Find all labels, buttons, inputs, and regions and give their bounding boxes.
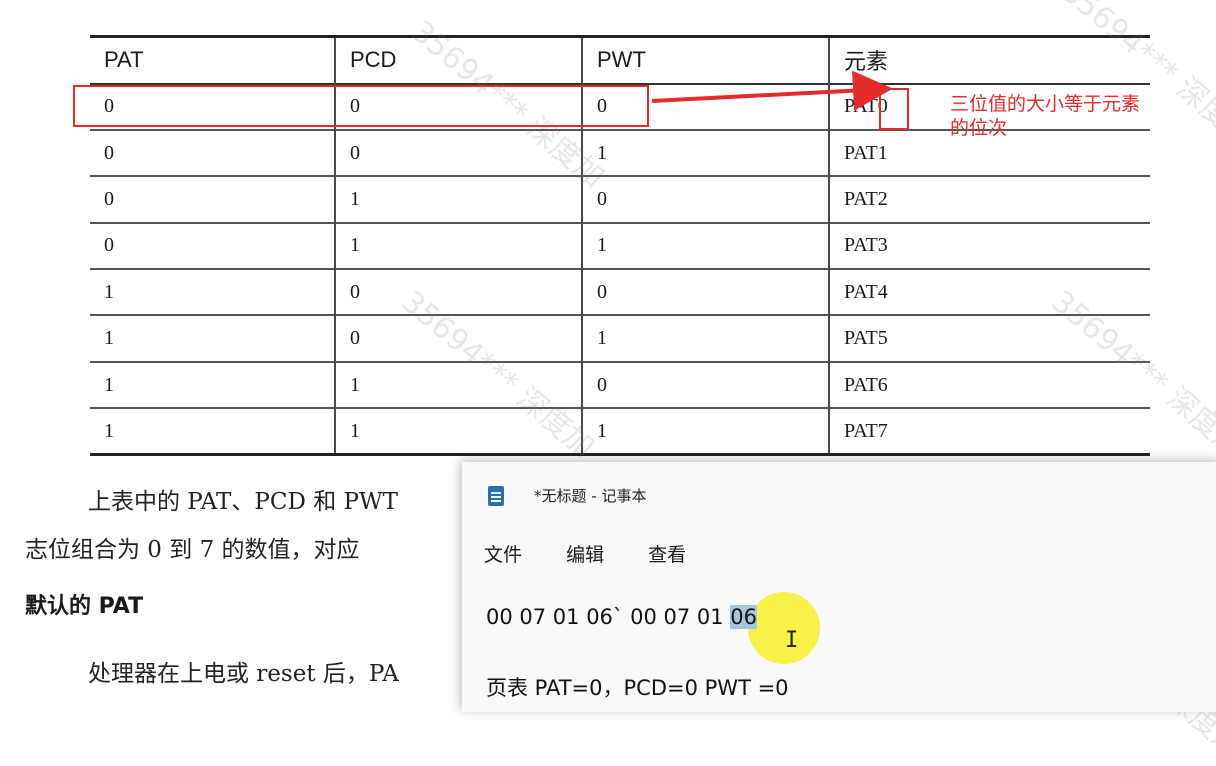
annotation-text: 三位值的大小等于元素的位次 — [950, 93, 1141, 139]
editor-line-2[interactable]: 页表 PAT=0，PCD=0 PWT =0 — [486, 672, 789, 702]
menu-view[interactable]: 查看 — [648, 544, 686, 566]
text-cursor-icon: I — [785, 628, 799, 653]
selected-text: 06 — [730, 605, 758, 629]
window-title: *无标题 - 记事本 — [534, 487, 647, 505]
editor-line-1[interactable]: 00 07 01 06` 00 07 01 06 — [486, 605, 758, 629]
notepad-window[interactable]: *无标题 - 记事本 文件 编辑 查看 00 07 01 06` 00 07 0… — [462, 462, 1216, 712]
editor-line-1-text: 00 07 01 06` 00 07 01 — [486, 605, 731, 629]
menu-edit[interactable]: 编辑 — [566, 544, 604, 566]
cursor-highlight — [748, 592, 820, 664]
notepad-app-icon — [488, 486, 504, 506]
paragraph-line-3: 处理器在上电或 reset 后，PA — [88, 661, 399, 687]
menu-bar: 文件 编辑 查看 — [484, 540, 724, 567]
paragraph-line-1: 上表中的 PAT、PCD 和 PWT — [88, 489, 398, 515]
paragraph-line-2: 志位组合为 0 到 7 的数值，对应 — [25, 537, 360, 563]
menu-file[interactable]: 文件 — [484, 544, 522, 566]
section-heading: 默认的 PAT — [25, 594, 144, 619]
